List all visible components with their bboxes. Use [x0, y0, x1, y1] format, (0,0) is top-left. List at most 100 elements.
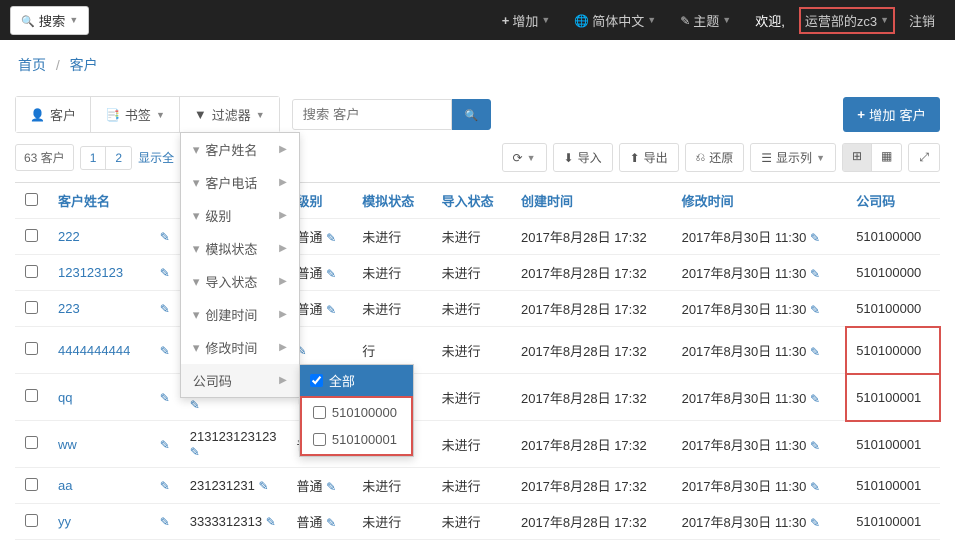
row-checkbox[interactable] — [25, 342, 38, 355]
edit-icon[interactable]: ✎ — [160, 266, 170, 280]
edit-icon[interactable]: ✎ — [326, 303, 336, 317]
edit-icon[interactable]: ✎ — [326, 516, 336, 530]
cell-name[interactable]: 123123123 — [48, 255, 150, 291]
import-button[interactable]: 导入 — [553, 143, 613, 172]
col-sim[interactable]: 模拟状态 — [352, 183, 431, 219]
page-1[interactable]: 1 — [81, 147, 107, 169]
row-checkbox[interactable] — [25, 436, 38, 449]
edit-icon[interactable]: ✎ — [810, 480, 820, 494]
table-row: 222✎ ✎普通 ✎未进行未进行2017年8月28日 17:322017年8月3… — [15, 219, 940, 255]
subbar: 63 客户 1 2 显示全 ▼ 导入 导出 还原 显示列▼ — [0, 133, 955, 178]
filter-item-sim[interactable]: ▾模拟状态▶ — [181, 232, 299, 265]
cell-modify: 2017年8月30日 11:30 ✎ — [672, 219, 847, 255]
reset-button[interactable]: 还原 — [685, 143, 745, 172]
topbar-add[interactable]: 增加▼ — [492, 5, 561, 36]
edit-icon[interactable]: ✎ — [160, 302, 170, 316]
cell-sim: 未进行 — [352, 468, 431, 504]
cell-name[interactable]: ww — [48, 421, 150, 468]
col-name[interactable]: 客户姓名 — [48, 183, 150, 219]
refresh-button[interactable]: ▼ — [502, 143, 547, 172]
edit-icon[interactable]: ✎ — [810, 231, 820, 245]
filter-item-modify[interactable]: ▾修改时间▶ — [181, 331, 299, 364]
edit-icon[interactable]: ✎ — [190, 398, 200, 412]
filter-item-import[interactable]: ▾导入状态▶ — [181, 265, 299, 298]
breadcrumb: 首页 / 客户 — [0, 40, 955, 90]
edit-icon[interactable]: ✎ — [810, 516, 820, 530]
col-create[interactable]: 创建时间 — [511, 183, 672, 219]
cell-create: 2017年8月28日 17:32 — [511, 291, 672, 327]
show-all-link[interactable]: 显示全 — [138, 149, 174, 166]
columns-button[interactable]: 显示列▼ — [750, 143, 836, 172]
checkbox-opt-1[interactable] — [313, 433, 326, 446]
edit-icon[interactable]: ✎ — [810, 303, 820, 317]
view-cards[interactable] — [872, 144, 901, 171]
table-row: ww✎213123123123 ✎普通 ✎未进行未进行2017年8月28日 17… — [15, 421, 940, 468]
cell-name[interactable]: aa — [48, 468, 150, 504]
edit-icon[interactable]: ✎ — [326, 267, 336, 281]
topbar-logout[interactable]: 注销 — [899, 5, 945, 36]
fullscreen-button[interactable] — [908, 143, 940, 172]
export-button[interactable]: 导出 — [619, 143, 679, 172]
row-checkbox[interactable] — [25, 389, 38, 402]
edit-icon[interactable]: ✎ — [326, 480, 336, 494]
col-modify[interactable]: 修改时间 — [672, 183, 847, 219]
cell-name[interactable]: qq — [48, 374, 150, 421]
view-list[interactable] — [843, 144, 872, 171]
edit-icon[interactable]: ✎ — [160, 230, 170, 244]
edit-icon[interactable]: ✎ — [810, 439, 820, 453]
edit-icon[interactable]: ✎ — [266, 515, 276, 529]
submenu-opt-0[interactable]: 510100000 — [303, 399, 410, 426]
checkbox-opt-0[interactable] — [313, 406, 326, 419]
edit-icon[interactable]: ✎ — [160, 344, 170, 358]
breadcrumb-home[interactable]: 首页 — [18, 57, 46, 73]
edit-icon[interactable]: ✎ — [810, 345, 820, 359]
edit-icon[interactable]: ✎ — [810, 267, 820, 281]
cell-level: 普通 ✎ — [287, 504, 353, 540]
row-checkbox[interactable] — [25, 265, 38, 278]
filter-item-level[interactable]: ▾级别▶ — [181, 199, 299, 232]
row-checkbox[interactable] — [25, 229, 38, 242]
filter-item-phone[interactable]: ▾客户电话▶ — [181, 166, 299, 199]
edit-icon[interactable]: ✎ — [160, 479, 170, 493]
cell-phone: 213123123123 ✎ — [180, 421, 287, 468]
page-2[interactable]: 2 — [106, 147, 131, 169]
cell-level: 普通 ✎ — [287, 468, 353, 504]
row-checkbox[interactable] — [25, 478, 38, 491]
checkbox-all[interactable] — [310, 374, 323, 387]
cell-name[interactable]: 223 — [48, 291, 150, 327]
cell-import: 未进行 — [432, 468, 511, 504]
cell-code: 510100001 — [846, 504, 940, 540]
cell-name[interactable]: yy — [48, 504, 150, 540]
submenu-opt-1[interactable]: 510100001 — [303, 426, 410, 453]
submenu-all[interactable]: 全部 — [300, 365, 413, 396]
row-checkbox[interactable] — [25, 301, 38, 314]
edit-icon[interactable]: ✎ — [810, 392, 820, 406]
tab-filter[interactable]: ▼过滤器▼ ▾客户姓名▶ ▾客户电话▶ ▾级别▶ ▾模拟状态▶ ▾导入状态▶ ▾… — [180, 97, 279, 132]
filter-item-name[interactable]: ▾客户姓名▶ — [181, 133, 299, 166]
topbar-theme[interactable]: 主题▼ — [670, 5, 741, 36]
search-label: 搜索 — [39, 11, 66, 30]
select-all-checkbox[interactable] — [25, 193, 38, 206]
filter-item-code[interactable]: 公司码▶ 全部 510100000 510100001 — [181, 364, 299, 397]
add-customer-button[interactable]: 增加 客户 — [843, 97, 940, 132]
col-import[interactable]: 导入状态 — [432, 183, 511, 219]
edit-icon[interactable]: ✎ — [160, 391, 170, 405]
edit-icon[interactable]: ✎ — [190, 445, 200, 459]
edit-icon[interactable]: ✎ — [160, 515, 170, 529]
topbar-user[interactable]: 运营部的zc3▼ — [799, 7, 895, 34]
search-input[interactable] — [292, 99, 452, 130]
row-checkbox[interactable] — [25, 514, 38, 527]
topbar-lang[interactable]: 简体中文▼ — [564, 5, 666, 36]
tab-bookmark[interactable]: 书签▼ — [91, 97, 180, 132]
cell-name[interactable]: 4444444444 — [48, 327, 150, 374]
edit-icon[interactable]: ✎ — [326, 231, 336, 245]
tab-customer[interactable]: 客户 — [16, 97, 91, 132]
col-code[interactable]: 公司码 — [846, 183, 940, 219]
edit-icon[interactable]: ✎ — [258, 479, 268, 493]
search-button[interactable] — [452, 99, 492, 130]
edit-icon[interactable]: ✎ — [160, 438, 170, 452]
cell-sim: 未进行 — [352, 291, 431, 327]
filter-item-create[interactable]: ▾创建时间▶ — [181, 298, 299, 331]
search-dropdown[interactable]: 搜索 ▼ — [10, 6, 89, 35]
cell-name[interactable]: 222 — [48, 219, 150, 255]
